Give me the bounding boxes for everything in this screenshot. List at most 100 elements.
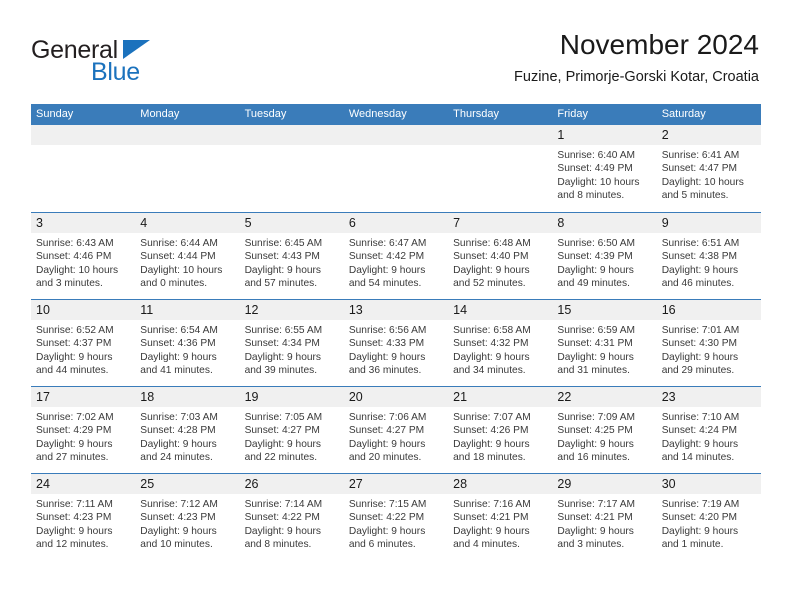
daylight-text-line1: Daylight: 9 hours xyxy=(453,351,530,363)
day-cell[interactable] xyxy=(239,125,344,212)
calendar-grid: Sunday Monday Tuesday Wednesday Thursday… xyxy=(31,104,761,560)
day-info: Sunrise: 7:05 AM Sunset: 4:27 PM Dayligh… xyxy=(240,407,344,465)
daylight-text-line2: and 8 minutes. xyxy=(557,190,625,202)
sunrise-text: Sunrise: 7:07 AM xyxy=(453,412,531,423)
daylight-text-line2: and 3 minutes. xyxy=(557,539,625,551)
sunset-text: Sunset: 4:22 PM xyxy=(244,512,320,524)
sunset-text: Sunset: 4:40 PM xyxy=(453,251,529,263)
day-cell[interactable]: 3 Sunrise: 6:43 AM Sunset: 4:46 PM Dayli… xyxy=(31,213,136,299)
day-number: 30 xyxy=(656,474,761,494)
day-info: Sunrise: 7:09 AM Sunset: 4:25 PM Dayligh… xyxy=(552,407,656,465)
sunrise-text: Sunrise: 7:01 AM xyxy=(661,325,740,336)
day-cell[interactable] xyxy=(135,125,240,212)
day-cell[interactable]: 30 Sunrise: 7:19 AM Sunset: 4:20 PM Dayl… xyxy=(656,474,761,560)
daylight-text-line2: and 39 minutes. xyxy=(244,365,318,377)
day-cell[interactable]: 28 Sunrise: 7:16 AM Sunset: 4:21 PM Dayl… xyxy=(448,474,553,560)
calendar-week-row: 24 Sunrise: 7:11 AM Sunset: 4:23 PM Dayl… xyxy=(31,473,761,560)
day-cell[interactable]: 1 Sunrise: 6:40 AM Sunset: 4:49 PM Dayli… xyxy=(552,125,657,212)
daylight-text-line2: and 20 minutes. xyxy=(348,452,422,464)
day-info: Sunrise: 6:54 AM Sunset: 4:36 PM Dayligh… xyxy=(135,320,239,378)
sunset-text: Sunset: 4:22 PM xyxy=(348,512,425,524)
day-cell[interactable]: 27 Sunrise: 7:15 AM Sunset: 4:22 PM Dayl… xyxy=(343,474,449,560)
sunrise-text: Sunrise: 7:11 AM xyxy=(36,499,113,510)
day-info: Sunrise: 6:43 AM Sunset: 4:46 PM Dayligh… xyxy=(31,233,135,291)
day-cell[interactable]: 11 Sunrise: 6:54 AM Sunset: 4:36 PM Dayl… xyxy=(135,300,240,386)
daylight-text-line2: and 3 minutes. xyxy=(36,278,103,290)
daylight-text-line1: Daylight: 9 hours xyxy=(453,438,530,450)
day-number: 8 xyxy=(552,213,657,233)
general-blue-logo[interactable]: General Blue xyxy=(31,36,211,88)
day-cell[interactable]: 17 Sunrise: 7:02 AM Sunset: 4:29 PM Dayl… xyxy=(31,387,136,473)
sunset-text: Sunset: 4:44 PM xyxy=(140,251,216,263)
day-number xyxy=(448,125,553,145)
daylight-text-line1: Daylight: 9 hours xyxy=(36,525,113,537)
sunset-text: Sunset: 4:21 PM xyxy=(453,512,529,524)
daylight-text-line1: Daylight: 9 hours xyxy=(348,525,426,537)
sunset-text: Sunset: 4:32 PM xyxy=(453,338,529,350)
day-cell[interactable]: 26 Sunrise: 7:14 AM Sunset: 4:22 PM Dayl… xyxy=(239,474,344,560)
sunrise-text: Sunrise: 7:14 AM xyxy=(244,499,323,510)
logo-triangle-icon xyxy=(123,40,150,59)
daylight-text-line1: Daylight: 9 hours xyxy=(661,438,739,450)
day-cell[interactable]: 19 Sunrise: 7:05 AM Sunset: 4:27 PM Dayl… xyxy=(239,387,344,473)
day-info xyxy=(135,145,239,149)
sunrise-text: Sunrise: 6:50 AM xyxy=(557,238,635,249)
day-info: Sunrise: 6:59 AM Sunset: 4:31 PM Dayligh… xyxy=(552,320,656,378)
daylight-text-line2: and 46 minutes. xyxy=(661,278,735,290)
day-cell[interactable] xyxy=(448,125,553,212)
daylight-text-line2: and 49 minutes. xyxy=(557,278,630,290)
day-cell[interactable]: 25 Sunrise: 7:12 AM Sunset: 4:23 PM Dayl… xyxy=(135,474,240,560)
daylight-text-line1: Daylight: 9 hours xyxy=(557,351,634,363)
day-cell[interactable]: 23 Sunrise: 7:10 AM Sunset: 4:24 PM Dayl… xyxy=(656,387,761,473)
day-cell[interactable]: 2 Sunrise: 6:41 AM Sunset: 4:47 PM Dayli… xyxy=(656,125,761,212)
sunrise-text: Sunrise: 7:17 AM xyxy=(557,499,635,510)
day-number: 24 xyxy=(31,474,136,494)
sunrise-text: Sunrise: 6:56 AM xyxy=(348,325,427,336)
calendar-week-row: 3 Sunrise: 6:43 AM Sunset: 4:46 PM Dayli… xyxy=(31,212,761,299)
sunrise-text: Sunrise: 6:40 AM xyxy=(557,150,635,161)
day-cell[interactable]: 29 Sunrise: 7:17 AM Sunset: 4:21 PM Dayl… xyxy=(552,474,657,560)
day-cell[interactable]: 22 Sunrise: 7:09 AM Sunset: 4:25 PM Dayl… xyxy=(552,387,657,473)
day-number: 25 xyxy=(135,474,240,494)
day-number: 22 xyxy=(552,387,657,407)
sunset-text: Sunset: 4:23 PM xyxy=(36,512,112,524)
day-cell[interactable]: 21 Sunrise: 7:07 AM Sunset: 4:26 PM Dayl… xyxy=(448,387,553,473)
day-info: Sunrise: 6:48 AM Sunset: 4:40 PM Dayligh… xyxy=(448,233,552,291)
day-cell[interactable]: 9 Sunrise: 6:51 AM Sunset: 4:38 PM Dayli… xyxy=(656,213,761,299)
day-cell[interactable]: 6 Sunrise: 6:47 AM Sunset: 4:42 PM Dayli… xyxy=(343,213,449,299)
day-cell[interactable]: 10 Sunrise: 6:52 AM Sunset: 4:37 PM Dayl… xyxy=(31,300,136,386)
day-info xyxy=(240,145,344,149)
day-cell[interactable] xyxy=(343,125,449,212)
day-cell[interactable] xyxy=(31,125,136,212)
day-cell[interactable]: 5 Sunrise: 6:45 AM Sunset: 4:43 PM Dayli… xyxy=(239,213,344,299)
day-cell[interactable]: 12 Sunrise: 6:55 AM Sunset: 4:34 PM Dayl… xyxy=(239,300,344,386)
daylight-text-line2: and 44 minutes. xyxy=(36,365,109,377)
day-cell[interactable]: 15 Sunrise: 6:59 AM Sunset: 4:31 PM Dayl… xyxy=(552,300,657,386)
sunset-text: Sunset: 4:33 PM xyxy=(348,338,425,350)
day-info: Sunrise: 6:52 AM Sunset: 4:37 PM Dayligh… xyxy=(31,320,135,378)
day-cell[interactable]: 13 Sunrise: 6:56 AM Sunset: 4:33 PM Dayl… xyxy=(343,300,449,386)
daylight-text-line2: and 24 minutes. xyxy=(140,452,213,464)
weekday-header-saturday: Saturday xyxy=(661,108,706,120)
sunset-text: Sunset: 4:27 PM xyxy=(348,425,425,437)
day-number xyxy=(343,125,449,145)
day-cell[interactable]: 14 Sunrise: 6:58 AM Sunset: 4:32 PM Dayl… xyxy=(448,300,553,386)
daylight-text-line2: and 16 minutes. xyxy=(557,452,630,464)
day-cell[interactable]: 4 Sunrise: 6:44 AM Sunset: 4:44 PM Dayli… xyxy=(135,213,240,299)
sunrise-text: Sunrise: 6:51 AM xyxy=(661,238,740,249)
daylight-text-line1: Daylight: 10 hours xyxy=(36,264,119,276)
day-cell[interactable]: 20 Sunrise: 7:06 AM Sunset: 4:27 PM Dayl… xyxy=(343,387,449,473)
day-info xyxy=(448,145,552,149)
day-cell[interactable]: 7 Sunrise: 6:48 AM Sunset: 4:40 PM Dayli… xyxy=(448,213,553,299)
day-info: Sunrise: 6:40 AM Sunset: 4:49 PM Dayligh… xyxy=(552,145,656,203)
day-number: 7 xyxy=(448,213,553,233)
day-cell[interactable]: 16 Sunrise: 7:01 AM Sunset: 4:30 PM Dayl… xyxy=(656,300,761,386)
day-number: 13 xyxy=(343,300,449,320)
calendar-week-row: 17 Sunrise: 7:02 AM Sunset: 4:29 PM Dayl… xyxy=(31,386,761,473)
day-info: Sunrise: 7:19 AM Sunset: 4:20 PM Dayligh… xyxy=(657,494,761,552)
day-cell[interactable]: 24 Sunrise: 7:11 AM Sunset: 4:23 PM Dayl… xyxy=(31,474,136,560)
daylight-text-line1: Daylight: 9 hours xyxy=(140,438,217,450)
day-cell[interactable]: 8 Sunrise: 6:50 AM Sunset: 4:39 PM Dayli… xyxy=(552,213,657,299)
day-cell[interactable]: 18 Sunrise: 7:03 AM Sunset: 4:28 PM Dayl… xyxy=(135,387,240,473)
day-info xyxy=(344,145,448,149)
